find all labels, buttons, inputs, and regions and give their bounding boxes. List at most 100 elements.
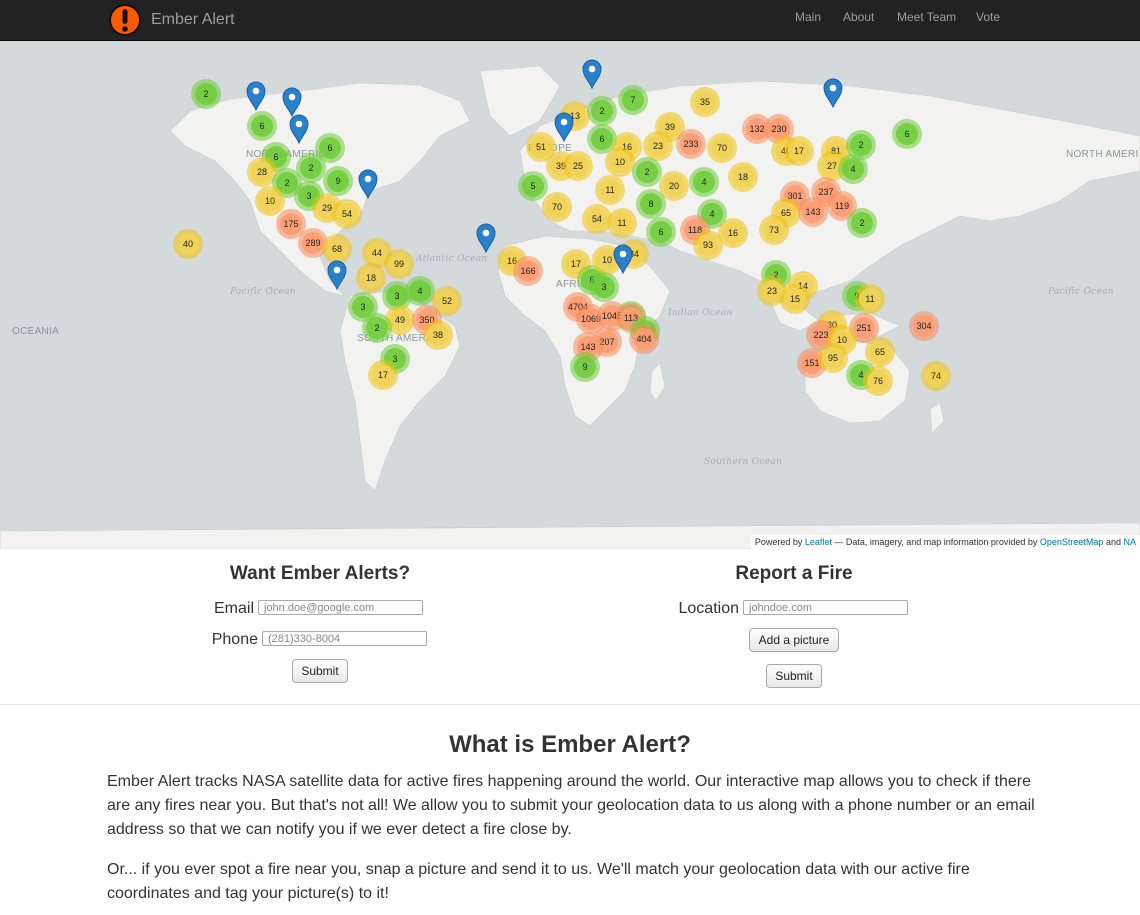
fire-cluster-marker[interactable]: 15	[780, 284, 810, 314]
map-marker-icon[interactable]	[554, 112, 574, 143]
fire-cluster-marker[interactable]: 70	[542, 192, 572, 222]
fire-cluster-marker[interactable]: 11	[595, 175, 625, 205]
fire-cluster-marker[interactable]: 6	[646, 217, 676, 247]
alerts-submit-button[interactable]: Submit	[292, 659, 348, 683]
fire-cluster-marker[interactable]: 25	[563, 151, 593, 181]
nasa-link[interactable]: NA	[1123, 537, 1136, 547]
cluster-count: 2	[636, 161, 658, 183]
fire-cluster-marker[interactable]: 2	[632, 157, 662, 187]
fire-cluster-marker[interactable]: 99	[384, 249, 414, 279]
cluster-count: 6	[319, 137, 341, 159]
cluster-count: 6	[591, 128, 613, 150]
cluster-count: 143	[802, 201, 824, 223]
cluster-count: 70	[711, 137, 733, 159]
fire-cluster-marker[interactable]: 74	[921, 361, 951, 391]
cluster-count: 7	[622, 89, 644, 111]
fire-cluster-marker[interactable]: 6	[247, 111, 277, 141]
map-marker-icon[interactable]	[282, 87, 302, 118]
map-marker-icon[interactable]	[246, 81, 266, 112]
fire-cluster-marker[interactable]: 10	[605, 147, 635, 177]
fire-cluster-marker[interactable]: 304	[909, 311, 939, 341]
report-submit-button[interactable]: Submit	[766, 664, 822, 688]
continent-label: NORTH AMERI	[1066, 149, 1139, 160]
fire-map[interactable]: Atlantic Ocean Pacific Ocean Pacific Oce…	[0, 41, 1140, 549]
map-marker-icon[interactable]	[358, 169, 378, 200]
cluster-count: 4	[842, 158, 864, 180]
fire-cluster-marker[interactable]: 18	[356, 263, 386, 293]
osm-link[interactable]: OpenStreetMap	[1040, 537, 1104, 547]
fire-cluster-marker[interactable]: 95	[818, 343, 848, 373]
fire-cluster-marker[interactable]: 6	[892, 119, 922, 149]
brand-title[interactable]: Ember Alert	[151, 11, 235, 29]
location-label: Location	[678, 600, 740, 617]
map-marker-icon[interactable]	[823, 78, 843, 109]
map-marker-icon[interactable]	[289, 114, 309, 145]
fire-cluster-marker[interactable]: 404	[629, 324, 659, 354]
fire-cluster-marker[interactable]: 2	[362, 313, 392, 343]
fire-cluster-marker[interactable]: 54	[332, 199, 362, 229]
phone-field[interactable]	[262, 631, 427, 646]
fire-cluster-marker[interactable]: 233	[676, 129, 706, 159]
cluster-count: 68	[326, 238, 348, 260]
fire-cluster-marker[interactable]: 11	[607, 208, 637, 238]
fire-cluster-marker[interactable]: 4	[838, 154, 868, 184]
fire-cluster-marker[interactable]: 8	[636, 189, 666, 219]
fire-cluster-marker[interactable]: 76	[863, 366, 893, 396]
continent-label: OCEANIA	[12, 326, 60, 337]
map-marker-icon[interactable]	[582, 59, 602, 90]
fire-cluster-marker[interactable]: 9	[570, 352, 600, 382]
cluster-count: 4	[693, 171, 715, 193]
fire-cluster-marker[interactable]: 5	[518, 171, 548, 201]
cluster-count: 166	[517, 260, 539, 282]
cluster-count: 5	[522, 175, 544, 197]
fire-cluster-marker[interactable]: 93	[693, 230, 723, 260]
cluster-count: 40	[177, 233, 199, 255]
map-marker-icon[interactable]	[476, 223, 496, 254]
map-marker-icon[interactable]	[327, 260, 347, 291]
fire-cluster-marker[interactable]: 9	[323, 166, 353, 196]
cluster-count: 76	[867, 370, 889, 392]
cluster-count: 65	[869, 341, 891, 363]
fire-cluster-marker[interactable]: 70	[707, 133, 737, 163]
fire-cluster-marker[interactable]: 40	[173, 229, 203, 259]
fire-cluster-marker[interactable]: 38	[423, 320, 453, 350]
cluster-count: 2	[850, 134, 872, 156]
location-field[interactable]	[743, 600, 908, 615]
map-marker-icon[interactable]	[613, 244, 633, 275]
cluster-count: 4	[409, 280, 431, 302]
fire-cluster-marker[interactable]: 4	[689, 167, 719, 197]
fire-cluster-marker[interactable]: 2	[847, 208, 877, 238]
cluster-count: 11	[611, 212, 633, 234]
cluster-count: 18	[360, 267, 382, 289]
fire-cluster-marker[interactable]: 166	[513, 256, 543, 286]
fire-cluster-marker[interactable]: 143	[798, 197, 828, 227]
nav-main[interactable]: Main	[795, 10, 821, 24]
nav-vote[interactable]: Vote	[976, 10, 1000, 24]
about-paragraph: Ember Alert tracks NASA satellite data f…	[107, 773, 1035, 838]
cluster-count: 93	[697, 234, 719, 256]
add-picture-button[interactable]: Add a picture	[749, 628, 839, 652]
fire-cluster-marker[interactable]: 73	[759, 215, 789, 245]
nav-about[interactable]: About	[843, 10, 874, 24]
cluster-count: 2	[300, 157, 322, 179]
fire-cluster-marker[interactable]: 18	[728, 162, 758, 192]
section-divider	[0, 704, 1140, 705]
fire-cluster-marker[interactable]: 35	[690, 87, 720, 117]
cluster-count: 8	[640, 193, 662, 215]
fire-cluster-marker[interactable]: 11	[855, 284, 885, 314]
fire-cluster-marker[interactable]: 7	[618, 85, 648, 115]
fire-cluster-marker[interactable]: 2	[191, 79, 221, 109]
nav-meet-team[interactable]: Meet Team	[897, 10, 956, 24]
alert-logo-icon[interactable]	[108, 3, 142, 37]
fire-cluster-marker[interactable]: 3	[589, 272, 619, 302]
ocean-label: Pacific Ocean	[1048, 287, 1114, 297]
fire-cluster-marker[interactable]: 4	[405, 276, 435, 306]
leaflet-link[interactable]: Leaflet	[805, 537, 832, 547]
attribution-text: and	[1105, 537, 1121, 547]
cluster-count: 175	[280, 213, 302, 235]
fire-cluster-marker[interactable]: 2	[587, 96, 617, 126]
cluster-count: 11	[599, 179, 621, 201]
fire-cluster-marker[interactable]: 17	[784, 136, 814, 166]
email-field[interactable]	[258, 600, 423, 615]
fire-cluster-marker[interactable]: 17	[368, 360, 398, 390]
